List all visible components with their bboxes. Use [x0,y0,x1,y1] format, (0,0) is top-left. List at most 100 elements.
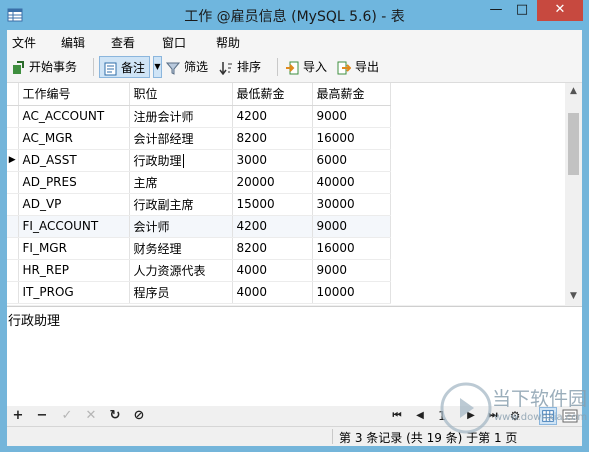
table-row[interactable]: HR_REP 人力资源代表 4000 9000 [7,259,391,282]
filter-button[interactable]: 筛选 [166,56,208,78]
delete-record-button[interactable]: − [34,408,50,424]
cell[interactable]: 注册会计师 [129,105,233,128]
row-indicator[interactable] [7,193,19,216]
prev-page-button[interactable]: ◀ [412,408,428,424]
cell[interactable]: 40000 [312,171,391,194]
cell[interactable]: 4200 [232,215,313,238]
row-indicator[interactable] [7,259,19,282]
note-label: 备注 [121,61,146,75]
sort-label: 排序 [237,60,262,74]
menu-view[interactable]: 查看 [111,34,135,51]
cell[interactable]: 16000 [312,127,391,150]
begin-transaction-button[interactable]: 开始事务 [11,56,77,78]
cell[interactable]: 9000 [312,105,391,128]
cell[interactable]: 10000 [312,281,391,304]
note-dropdown-arrow[interactable]: ▼ [153,56,162,78]
menu-file[interactable]: 文件 [12,34,36,51]
menu-window[interactable]: 窗口 [162,34,186,51]
cell[interactable]: 8200 [232,237,313,260]
cell[interactable]: 8200 [232,127,313,150]
field-detail-text: 行政助理 [8,314,61,329]
cell[interactable]: 4000 [232,259,313,282]
cell[interactable]: AD_PRES [18,171,130,194]
cell[interactable]: 20000 [232,171,313,194]
import-button[interactable]: 导入 [285,56,327,78]
scroll-up-arrow[interactable]: ▲ [565,83,582,100]
row-indicator-header [7,83,19,106]
table-row-current[interactable]: ▶ AD_ASST 行政助理 3000 6000 [7,149,391,172]
cell[interactable]: 4200 [232,105,313,128]
table-row[interactable]: FI_MGR 财务经理 8200 16000 [7,237,391,260]
transaction-icon [13,60,24,74]
row-indicator[interactable] [7,171,19,194]
maximize-button[interactable]: □ [509,0,535,21]
cell[interactable]: 3000 [232,149,313,172]
watermark: 当下软件园 www.downxia.com [440,382,587,434]
refresh-button[interactable]: ↻ [107,408,123,424]
cell[interactable]: AC_MGR [18,127,130,150]
vertical-scrollbar[interactable]: ▲ ▼ [565,83,582,305]
import-icon [286,61,299,74]
cell[interactable]: FI_ACCOUNT [18,215,130,238]
table-row[interactable]: FI_ACCOUNT 会计师 4200 9000 [7,215,391,238]
menu-help[interactable]: 帮助 [216,34,240,51]
discard-changes-button[interactable]: ✕ [83,408,99,424]
cell[interactable]: AC_ACCOUNT [18,105,130,128]
minimize-button[interactable]: — [483,0,509,21]
close-button[interactable]: ✕ [537,0,583,21]
table-row[interactable]: AD_VP 行政副主席 15000 30000 [7,193,391,216]
row-indicator[interactable] [7,237,19,260]
cell[interactable]: 程序员 [129,281,233,304]
first-page-button[interactable]: ⏮ [389,408,405,424]
table-row[interactable]: IT_PROG 程序员 4000 10000 [7,281,391,304]
cell[interactable]: 人力资源代表 [129,259,233,282]
sort-icon [219,61,232,75]
apply-changes-button[interactable]: ✓ [59,408,75,424]
scroll-down-arrow[interactable]: ▼ [565,288,582,305]
row-indicator[interactable] [7,105,19,128]
cell[interactable]: 9000 [312,259,391,282]
cell[interactable]: 4000 [232,281,313,304]
row-indicator[interactable] [7,127,19,150]
column-header[interactable]: 工作编号 [18,83,130,106]
table-row[interactable]: AD_PRES 主席 20000 40000 [7,171,391,194]
export-button[interactable]: 导出 [337,56,379,78]
column-header[interactable]: 最高薪金 [312,83,391,106]
cell[interactable]: 30000 [312,193,391,216]
cell[interactable]: 行政副主席 [129,193,233,216]
cell-editing[interactable]: 行政助理 [129,149,233,172]
note-icon [104,62,117,75]
header-row: 工作编号 职位 最低薪金 最高薪金 [7,83,391,106]
menu-edit[interactable]: 编辑 [61,34,85,51]
row-indicator[interactable] [7,215,19,238]
cell[interactable]: IT_PROG [18,281,130,304]
cell[interactable]: 财务经理 [129,237,233,260]
cell[interactable]: 9000 [312,215,391,238]
title-bar[interactable]: 工作 @雇员信息 (MySQL 5.6) - 表 — □ ✕ [0,0,589,30]
cell[interactable]: 主席 [129,171,233,194]
current-row-marker[interactable]: ▶ [7,149,19,172]
table-row[interactable]: AC_MGR 会计部经理 8200 16000 [7,127,391,150]
note-button[interactable]: 备注 [99,56,151,78]
table-row[interactable]: AC_ACCOUNT 注册会计师 4200 9000 [7,105,391,128]
toolbar-separator [93,58,94,76]
cell[interactable]: HR_REP [18,259,130,282]
cell[interactable]: 16000 [312,237,391,260]
app-window: 工作 @雇员信息 (MySQL 5.6) - 表 — □ ✕ 文件 编辑 查看 … [0,0,589,452]
column-header[interactable]: 最低薪金 [232,83,313,106]
add-record-button[interactable]: + [10,408,26,424]
sort-button[interactable]: 排序 [219,56,261,78]
filter-icon [166,62,180,75]
export-label: 导出 [355,60,380,74]
cell[interactable]: AD_VP [18,193,130,216]
row-indicator[interactable] [7,281,19,304]
cell[interactable]: 会计师 [129,215,233,238]
column-header[interactable]: 职位 [129,83,233,106]
cell[interactable]: FI_MGR [18,237,130,260]
cell[interactable]: AD_ASST [18,149,130,172]
cell[interactable]: 6000 [312,149,391,172]
cell[interactable]: 会计部经理 [129,127,233,150]
cell[interactable]: 15000 [232,193,313,216]
scrollbar-thumb[interactable] [568,113,579,175]
stop-button[interactable]: ⊘ [131,408,147,424]
